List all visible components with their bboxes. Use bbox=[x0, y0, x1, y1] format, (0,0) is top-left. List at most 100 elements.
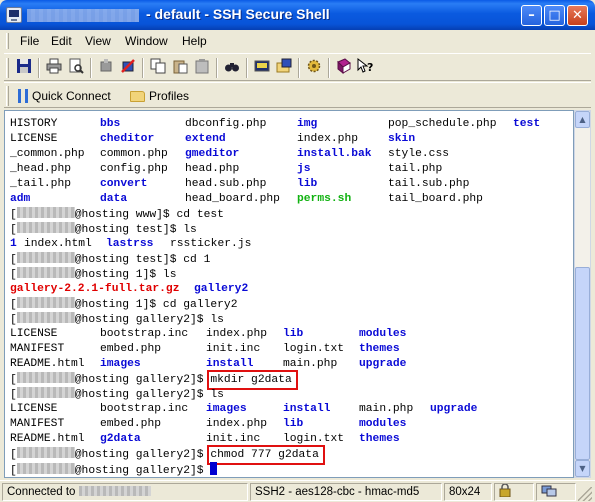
find-icon[interactable] bbox=[222, 58, 242, 78]
status-lock-panel bbox=[494, 483, 534, 501]
file-entry: bootstrap.inc bbox=[100, 328, 189, 340]
scroll-up-arrow-icon[interactable]: ▲ bbox=[575, 111, 590, 128]
directory-entry: skin bbox=[388, 133, 416, 145]
file-entry: README.html bbox=[10, 358, 85, 370]
menu-grip[interactable] bbox=[6, 33, 9, 49]
file-entry: common.php bbox=[100, 148, 168, 160]
menu-file[interactable]: File bbox=[20, 34, 39, 48]
context-help-icon[interactable]: ? bbox=[356, 57, 376, 78]
prompt-bracket: [ bbox=[10, 449, 17, 461]
prompt-line: [@hosting gallery2]$ ls bbox=[10, 312, 224, 327]
paste-icon[interactable] bbox=[170, 58, 190, 78]
maximize-button[interactable]: □ bbox=[544, 5, 565, 26]
settings-icon[interactable] bbox=[304, 58, 324, 78]
prompt-bracket: [ bbox=[10, 254, 17, 266]
directory-entry: themes bbox=[359, 343, 400, 355]
file-entry: index.html bbox=[24, 238, 92, 250]
file-entry: index.php bbox=[297, 133, 359, 145]
help-book-icon[interactable] bbox=[334, 58, 354, 78]
command-text: ls bbox=[162, 269, 177, 281]
minimize-button[interactable]: – bbox=[521, 5, 542, 26]
copy-icon[interactable] bbox=[148, 58, 168, 78]
command-text: cd test bbox=[176, 209, 224, 221]
file-entry: config.php bbox=[100, 163, 168, 175]
menu-help[interactable]: Help bbox=[182, 34, 207, 48]
file-entry: head.sub.php bbox=[185, 178, 267, 190]
prompt-line: [@hosting www]$ cd test bbox=[10, 207, 224, 222]
prompt-text: @hosting gallery2]$ bbox=[74, 449, 211, 461]
save-icon[interactable] bbox=[14, 58, 34, 78]
print-icon[interactable] bbox=[44, 58, 64, 78]
menu-view[interactable]: View bbox=[85, 34, 111, 48]
file-entry: init.inc bbox=[206, 343, 261, 355]
file-entry: index.php bbox=[206, 328, 268, 340]
window-title: - default - SSH Secure Shell bbox=[146, 6, 330, 22]
file-entry: MANIFEST bbox=[10, 418, 65, 430]
file-entry: embed.php bbox=[100, 343, 162, 355]
profiles-label: Profiles bbox=[149, 89, 190, 103]
quick-connect-label: Quick Connect bbox=[32, 89, 111, 103]
terminal-area[interactable]: HISTORY bbs dbconfig.php img pop_schedule.ph… bbox=[4, 110, 574, 478]
svg-text:?: ? bbox=[367, 61, 373, 74]
file-entry: README.html bbox=[10, 433, 85, 445]
vertical-scrollbar[interactable]: ▲ ▼ bbox=[574, 110, 591, 478]
scroll-down-arrow-icon[interactable]: ▼ bbox=[575, 460, 590, 477]
file-entry: LICENSE bbox=[10, 328, 58, 340]
toolbar-separator bbox=[38, 58, 40, 78]
file-entry: LICENSE bbox=[10, 133, 58, 145]
toolbar-separator bbox=[90, 58, 92, 78]
menu-window[interactable]: Window bbox=[125, 34, 168, 48]
print-preview-icon[interactable] bbox=[66, 58, 86, 78]
prompt-line: [@hosting gallery2]$ ls bbox=[10, 387, 224, 402]
directory-entry: upgrade bbox=[359, 358, 407, 370]
scroll-thumb[interactable] bbox=[575, 267, 590, 460]
prompt-line: [@hosting 1]$ ls bbox=[10, 267, 176, 282]
prompt-text: @hosting www]$ bbox=[74, 209, 177, 221]
disconnect-icon[interactable] bbox=[118, 58, 138, 78]
connect-icon[interactable] bbox=[96, 58, 116, 78]
file-entry: tail.php bbox=[388, 163, 443, 175]
directory-entry: gallery2 bbox=[194, 283, 249, 295]
new-file-transfer-icon[interactable] bbox=[274, 58, 294, 78]
file-entry: tail.sub.php bbox=[388, 178, 470, 190]
prompt-text: @hosting 1]$ bbox=[74, 299, 163, 311]
file-entry: rssticker.js bbox=[170, 238, 252, 250]
directory-entry: lib bbox=[283, 418, 304, 430]
command-text: cd gallery2 bbox=[162, 299, 238, 311]
redacted-username bbox=[16, 252, 75, 263]
file-entry: _common.php bbox=[10, 148, 85, 160]
prompt-line: [@hosting gallery2]$ bbox=[10, 462, 218, 477]
new-terminal-icon[interactable] bbox=[252, 58, 272, 78]
prompt-line: [@hosting test]$ cd 1 bbox=[10, 252, 210, 267]
menu-edit[interactable]: Edit bbox=[51, 34, 72, 48]
ssh-app-icon[interactable] bbox=[6, 7, 22, 23]
title-bar: - default - SSH Secure Shell – □ ✕ bbox=[0, 0, 595, 30]
profiles-bar-grip[interactable] bbox=[6, 86, 9, 106]
file-entry: style.css bbox=[388, 148, 450, 160]
prompt-bracket: [ bbox=[10, 269, 17, 281]
directory-entry: images bbox=[206, 403, 247, 415]
quick-connect-button[interactable]: Quick Connect bbox=[18, 86, 111, 106]
command-text: ls bbox=[210, 389, 224, 401]
status-terminal-size: 80x24 bbox=[444, 483, 492, 501]
file-entry: _tail.php bbox=[10, 178, 72, 190]
toolbar-separator bbox=[216, 58, 218, 78]
directory-entry: lib bbox=[283, 328, 304, 340]
file-entry: dbconfig.php bbox=[185, 118, 267, 130]
file-entry: LICENSE bbox=[10, 403, 58, 415]
toolbar-grip[interactable] bbox=[6, 58, 9, 78]
file-entry: head_board.php bbox=[185, 193, 280, 205]
toolbar-separator bbox=[142, 58, 144, 78]
prompt-text: @hosting gallery2]$ bbox=[74, 374, 211, 386]
close-button[interactable]: ✕ bbox=[567, 5, 588, 26]
directory-entry: js bbox=[297, 163, 311, 175]
status-connection: Connected to bbox=[2, 483, 248, 501]
toolbar-separator bbox=[328, 58, 330, 78]
directory-entry: modules bbox=[359, 328, 407, 340]
directory-entry: install bbox=[283, 403, 331, 415]
toolbar-separator bbox=[298, 58, 300, 78]
paste-special-icon[interactable] bbox=[192, 58, 212, 78]
profiles-button[interactable]: Profiles bbox=[130, 86, 189, 106]
resize-grip[interactable] bbox=[578, 487, 592, 501]
file-entry: HISTORY bbox=[10, 118, 58, 130]
